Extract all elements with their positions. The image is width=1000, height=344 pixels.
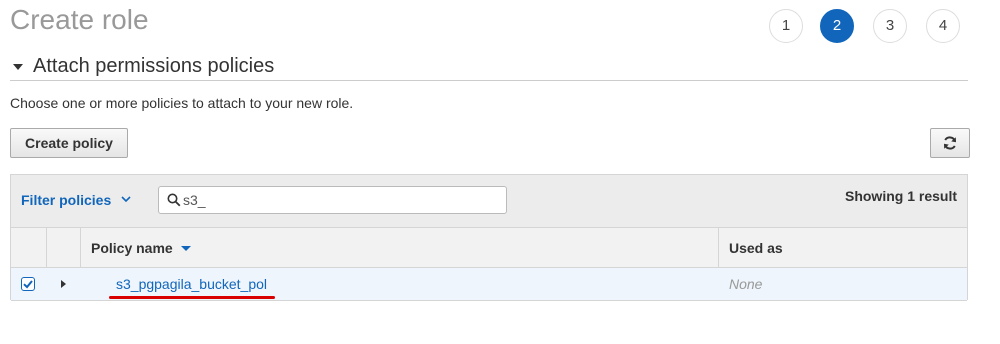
policy-name-link[interactable]: s3_pgpagila_bucket_pol [116, 276, 267, 292]
create-policy-button[interactable]: Create policy [10, 128, 128, 158]
used-as-column-header: Used as [719, 228, 967, 267]
filter-policies-dropdown[interactable]: Filter policies [21, 192, 111, 208]
step-2-current[interactable]: 2 [820, 9, 854, 43]
policy-name-header-label: Policy name [91, 240, 173, 256]
red-underline-annotation [109, 296, 275, 299]
result-count: Showing 1 result [844, 188, 957, 204]
step-4[interactable]: 4 [926, 9, 960, 43]
search-icon [167, 193, 181, 207]
chevron-down-icon[interactable] [121, 196, 131, 203]
page-title: Create role [10, 4, 149, 35]
search-box[interactable] [158, 186, 507, 214]
checkmark-icon [23, 280, 33, 289]
used-as-value: None [729, 276, 763, 292]
select-column-header [11, 228, 47, 267]
expand-row-caret-icon[interactable] [61, 280, 66, 288]
policy-name-column-header[interactable]: Policy name [81, 228, 719, 267]
policies-table: Filter policies Showing 1 result Policy … [10, 174, 968, 301]
expand-column-header [47, 228, 81, 267]
step-3[interactable]: 3 [873, 9, 907, 43]
refresh-icon [944, 136, 956, 150]
search-input[interactable] [183, 190, 493, 210]
table-row[interactable]: s3_pgpagila_bucket_pol None [11, 268, 967, 301]
filter-bar: Filter policies Showing 1 result [11, 175, 967, 227]
section-title: Attach permissions policies [33, 55, 275, 77]
step-1[interactable]: 1 [769, 9, 803, 43]
used-as-header-label: Used as [729, 240, 783, 256]
refresh-button[interactable] [930, 128, 970, 158]
table-header: Policy name Used as [11, 227, 967, 268]
section-header[interactable]: Attach permissions policies [10, 52, 968, 81]
collapse-caret-icon[interactable] [13, 64, 23, 70]
row-checkbox[interactable] [21, 277, 35, 291]
sort-descending-icon[interactable] [181, 246, 191, 251]
intro-text: Choose one or more policies to attach to… [10, 95, 354, 111]
